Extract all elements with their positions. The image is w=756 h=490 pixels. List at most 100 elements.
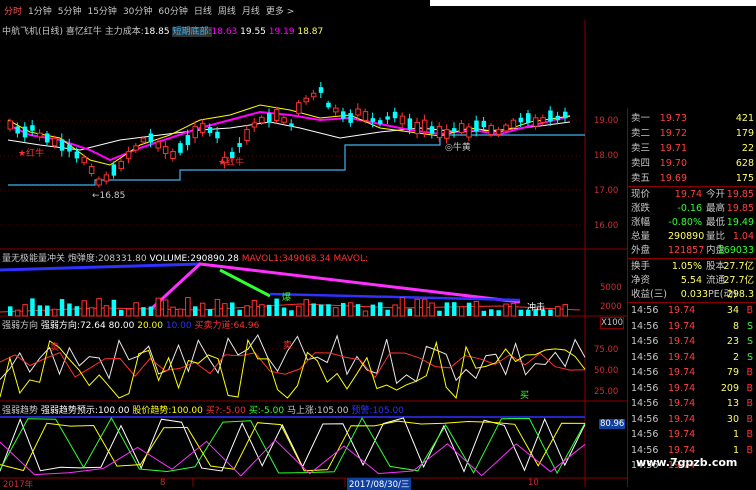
tick-volume: 30 <box>726 413 739 425</box>
tick-price: 19.74 <box>668 429 696 440</box>
volume-bar <box>548 309 553 316</box>
tab-5min[interactable]: 5分钟 <box>58 4 82 17</box>
buy-power-label: 买卖力道: <box>194 321 234 331</box>
candle-body <box>259 116 265 124</box>
tab-daily[interactable]: 日线 <box>194 4 212 17</box>
candle-body <box>466 126 472 138</box>
tick-price: 19.74 <box>668 367 696 378</box>
stock-title: 中航飞机(日线) 喜忆红牛 <box>2 27 102 37</box>
volume-bar <box>214 298 221 317</box>
candle-body <box>111 164 117 176</box>
low-marker: ←16.85 <box>92 191 126 201</box>
volume-bar <box>355 304 361 316</box>
buy-power-value: 64.96 <box>233 321 260 331</box>
mavol1-value: 349068.34 <box>281 254 331 264</box>
date-cursor-label: 2017/08/30/三 <box>347 478 412 490</box>
candle-body <box>326 102 331 108</box>
volume-bar <box>421 298 428 317</box>
candle-body <box>37 132 43 138</box>
tab-30min[interactable]: 30分钟 <box>123 4 152 17</box>
candle-body <box>170 151 176 159</box>
candle-body <box>474 120 479 132</box>
tab-timeshare[interactable]: 分时 <box>4 4 22 17</box>
candle-body <box>526 113 531 123</box>
candle-body <box>548 110 553 122</box>
info-row: 现价 19.74 今开 19.85 <box>631 189 754 200</box>
tick-time: 14:56 <box>631 336 659 347</box>
candle-body <box>495 129 502 135</box>
tick-side: B <box>746 429 753 440</box>
ask-row: 卖四 19.70 628 <box>631 158 754 169</box>
volume-bar <box>333 307 339 317</box>
volume-bar <box>303 299 309 317</box>
axis-main-0: 19.00 <box>594 116 619 126</box>
strength-v3: 20.00 <box>137 321 163 331</box>
tick-side: B <box>746 444 753 456</box>
candle-body <box>30 125 35 131</box>
volume-bar <box>429 302 435 317</box>
info-row: 净资 5.54 流通 27.7亿 <box>631 275 754 286</box>
info-row: 总量 290890 量比 1.04 <box>631 231 754 242</box>
tick-side: B <box>746 367 753 378</box>
tick-row: 14:56 19.74 2 S <box>628 351 756 364</box>
tab-1min[interactable]: 1分钟 <box>28 4 52 17</box>
volume-bar <box>133 302 139 317</box>
volume-bar <box>473 300 480 317</box>
axis-str-0: 75.00 <box>594 345 619 355</box>
candle-body <box>532 117 539 127</box>
tick-volume: 34 <box>726 305 739 316</box>
candle-body <box>148 133 154 143</box>
volume-bar <box>518 309 524 316</box>
mavol2-label: MAVOL: <box>333 254 368 264</box>
ask-row: 卖三 19.71 22 <box>631 143 754 154</box>
candle-body <box>421 119 428 133</box>
strength-v2: 80.00 <box>108 321 135 331</box>
volume-title: 量无极能量冲关 <box>2 254 66 264</box>
sell-tag-2: 卖 <box>283 341 293 351</box>
tick-volume: 209 <box>720 382 739 394</box>
volume-bar <box>392 304 398 317</box>
bull-cross-tag: ◎牛黄 <box>445 143 471 153</box>
tick-time: 14:56 <box>631 305 659 316</box>
tab-more[interactable]: 更多 > <box>266 4 294 17</box>
candle-body <box>458 123 465 133</box>
volume-bar <box>326 304 331 316</box>
candle-body <box>74 151 80 159</box>
candle-body <box>178 143 183 153</box>
tab-weekly[interactable]: 周线 <box>218 4 236 17</box>
strength-header: 强弱方向 强弱方向:72.64 80.00 20.00 10.00 买卖力道:6… <box>2 318 259 331</box>
tick-volume: 1 <box>732 444 739 456</box>
trend-label: 强弱趋势预示: <box>40 406 98 416</box>
candle-body <box>59 139 65 151</box>
volume-bar <box>399 297 406 317</box>
ask-row: 卖二 19.72 179 <box>631 128 754 139</box>
watermark: www.7gpzb.com <box>636 456 738 469</box>
tab-monthly[interactable]: 月线 <box>242 4 260 17</box>
tick-row: 14:56 19.74 23 S <box>628 335 756 348</box>
tick-side: S <box>746 351 753 363</box>
tick-time: 14:56 <box>631 413 659 425</box>
trend-value-tag: 80.96 <box>599 419 626 429</box>
candle-body <box>370 118 376 122</box>
tick-row: 14:56 19.74 209 B <box>628 382 756 395</box>
candle-body <box>237 143 242 147</box>
candle-body <box>96 178 102 186</box>
volume-bar <box>96 298 102 317</box>
volume-bar <box>318 304 324 316</box>
volume-bar <box>251 299 258 317</box>
volume-bar <box>81 300 87 317</box>
tick-price: 19.74 <box>668 413 696 425</box>
volume-bar <box>281 307 287 316</box>
axis-vol-1: 2000 <box>600 302 622 312</box>
tab-60min[interactable]: 60分钟 <box>158 4 187 17</box>
candle-body <box>385 116 390 120</box>
tick-price: 19.74 <box>668 305 696 316</box>
volume-bar <box>51 308 58 317</box>
candle-body <box>273 109 280 121</box>
main-chart-header: 中航飞机(日线) 喜忆红牛 主力成本:18.85 短期底部:18.63 19.5… <box>2 24 323 37</box>
tab-15min[interactable]: 15分钟 <box>87 4 116 17</box>
candle-body <box>192 125 198 139</box>
volume-bar <box>125 308 132 317</box>
date-label-0: 2017年 <box>3 480 34 490</box>
volume-bar <box>111 299 117 316</box>
